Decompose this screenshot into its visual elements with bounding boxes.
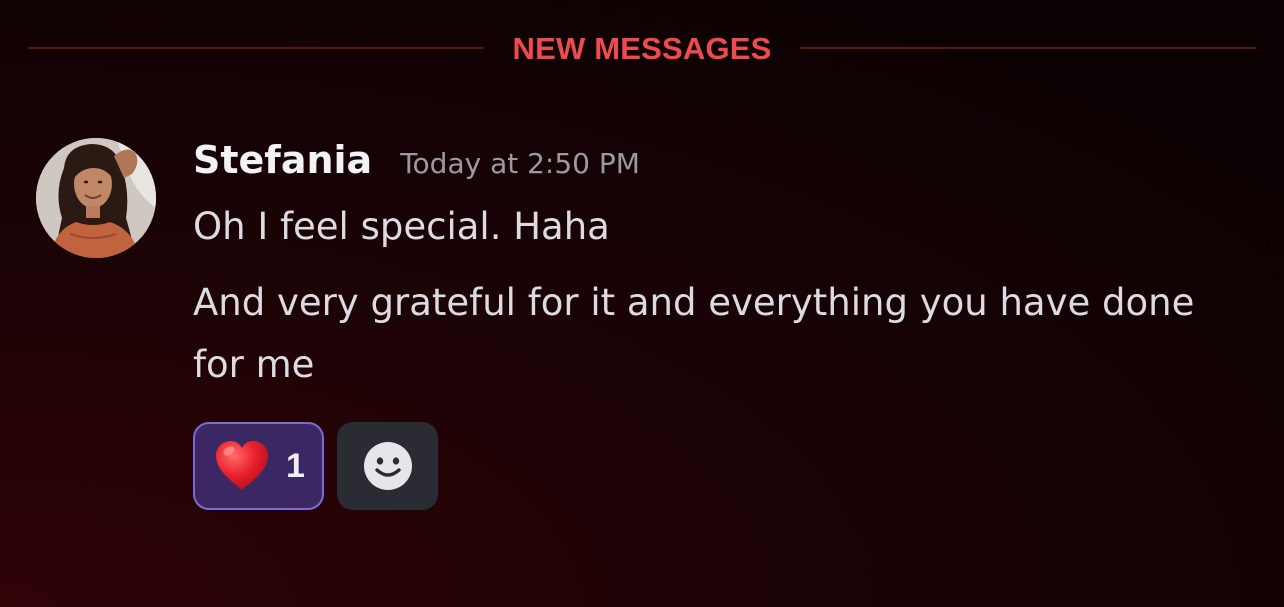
divider-line-left <box>28 47 485 49</box>
message-text[interactable]: And very grateful for it and everything … <box>193 272 1213 396</box>
red-heart-icon <box>216 441 269 490</box>
message-text[interactable]: Oh I feel special. Haha <box>193 196 1213 258</box>
user-avatar-photo <box>36 138 156 258</box>
smiley-add-reaction-icon <box>363 442 412 490</box>
new-messages-divider: NEW MESSAGES <box>28 20 1257 76</box>
username[interactable]: Stefania <box>193 138 372 182</box>
avatar[interactable] <box>36 138 156 258</box>
heart-reaction-button[interactable]: 1 <box>193 422 324 510</box>
message-timestamp: Today at 2:50 PM <box>400 147 640 180</box>
new-messages-label: NEW MESSAGES <box>512 30 772 66</box>
divider-line-right <box>799 47 1257 49</box>
message-header: Stefania Today at 2:50 PM <box>193 138 640 188</box>
reaction-count: 1 <box>286 446 305 485</box>
add-reaction-button[interactable] <box>337 422 438 510</box>
